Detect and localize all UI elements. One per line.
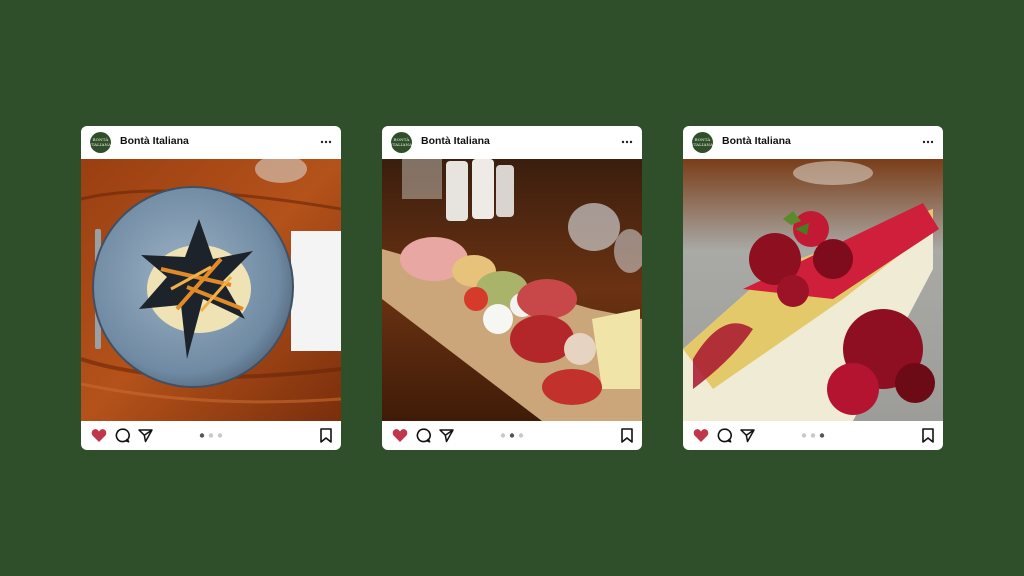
post-header: BONTÀ ITALIANA Bontà Italiana (683, 126, 943, 159)
ravioli-dish-image (81, 159, 341, 421)
post-photo[interactable] (382, 159, 642, 421)
carousel-indicator (199, 433, 223, 438)
share-icon[interactable] (138, 428, 153, 443)
post-header: BONTÀ ITALIANA Bontà Italiana (81, 126, 341, 159)
avatar[interactable]: BONTÀ ITALIANA (391, 132, 412, 153)
comment-icon[interactable] (115, 428, 130, 443)
post-header: BONTÀ ITALIANA Bontà Italiana (382, 126, 642, 159)
carousel-indicator (500, 433, 524, 438)
post-actions (683, 421, 943, 450)
avatar[interactable]: BONTÀ ITALIANA (692, 132, 713, 153)
account-name[interactable]: Bontà Italiana (722, 135, 791, 147)
account-name[interactable]: Bontà Italiana (120, 135, 189, 147)
post-card: BONTÀ ITALIANA Bontà Italiana (382, 126, 642, 450)
share-icon[interactable] (439, 428, 454, 443)
post-photo[interactable] (81, 159, 341, 421)
antipasto-board-image (382, 159, 642, 421)
avatar-logo-text: BONTÀ ITALIANA (692, 137, 713, 147)
cheesecake-image (683, 159, 943, 421)
avatar-logo-text: BONTÀ ITALIANA (90, 137, 111, 147)
bookmark-icon[interactable] (621, 428, 633, 443)
carousel-indicator (801, 433, 825, 438)
avatar-logo-text: BONTÀ ITALIANA (391, 137, 412, 147)
more-icon[interactable] (320, 140, 332, 144)
heart-icon[interactable] (693, 428, 709, 443)
post-actions (382, 421, 642, 450)
share-icon[interactable] (740, 428, 755, 443)
heart-icon[interactable] (392, 428, 408, 443)
comment-icon[interactable] (416, 428, 431, 443)
more-icon[interactable] (621, 140, 633, 144)
avatar[interactable]: BONTÀ ITALIANA (90, 132, 111, 153)
bookmark-icon[interactable] (320, 428, 332, 443)
post-photo[interactable] (683, 159, 943, 421)
account-name[interactable]: Bontà Italiana (421, 135, 490, 147)
bookmark-icon[interactable] (922, 428, 934, 443)
post-actions (81, 421, 341, 450)
comment-icon[interactable] (717, 428, 732, 443)
heart-icon[interactable] (91, 428, 107, 443)
more-icon[interactable] (922, 140, 934, 144)
post-card: BONTÀ ITALIANA Bontà Italiana (81, 126, 341, 450)
post-card: BONTÀ ITALIANA Bontà Italiana (683, 126, 943, 450)
